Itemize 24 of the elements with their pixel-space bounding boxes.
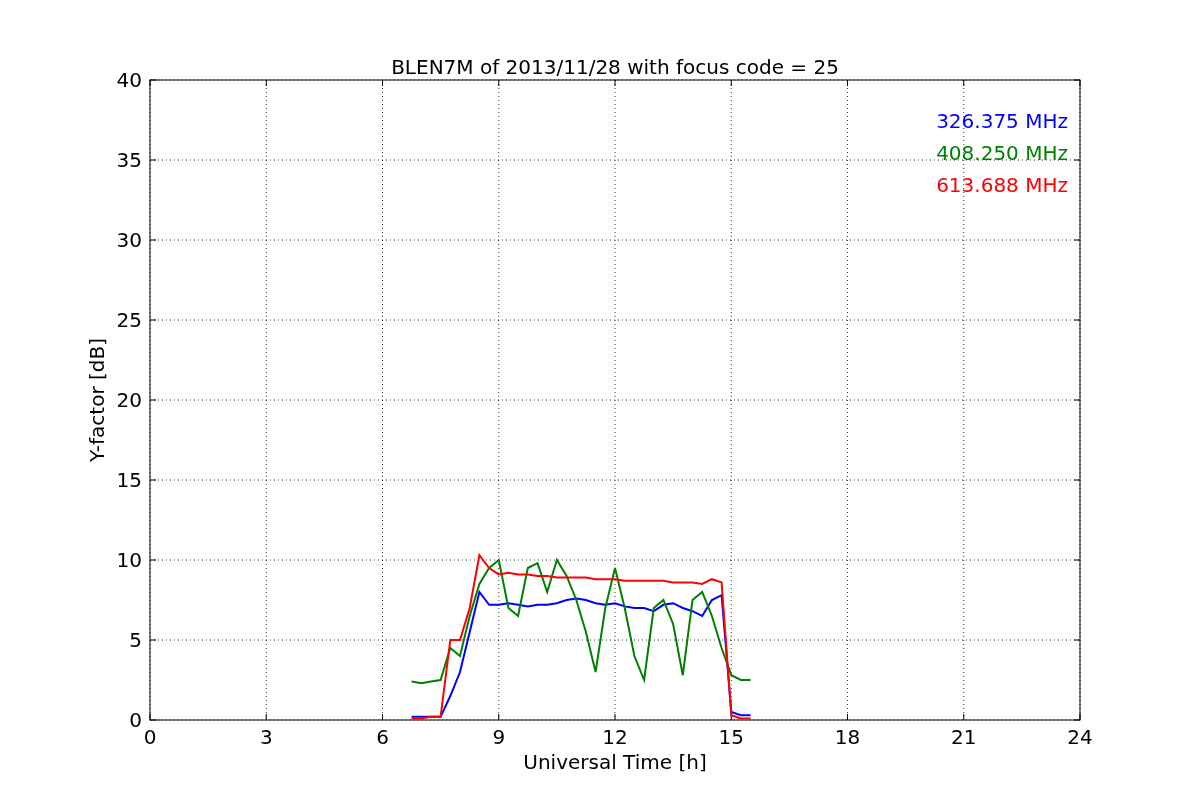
chart-title: BLEN7M of 2013/11/28 with focus code = 25: [391, 55, 839, 79]
tick-label: 35: [116, 148, 142, 172]
tick-label: 25: [116, 308, 142, 332]
y-axis-label: Y-factor [dB]: [85, 338, 109, 462]
tick-label: 40: [116, 68, 142, 92]
tick-label: 0: [129, 708, 142, 732]
tick-label: 3: [259, 725, 273, 749]
tick-label: 9: [492, 725, 506, 749]
x-axis-label: Universal Time [h]: [523, 750, 707, 774]
legend-label: 613.688 MHz: [936, 173, 1068, 197]
tick-label: 18: [834, 725, 861, 749]
tick-label: 6: [376, 725, 389, 749]
tick-label: 20: [116, 388, 142, 412]
tick-label: 30: [116, 228, 142, 252]
tick-label: 15: [718, 725, 744, 749]
tick-label: 24: [1067, 725, 1093, 749]
tick-label: 0: [143, 725, 157, 749]
tick-label: 12: [602, 725, 628, 749]
legend-label: 408.250 MHz: [936, 141, 1068, 165]
tick-label: 10: [116, 548, 142, 572]
tick-label: 21: [951, 725, 977, 749]
tick-label: 15: [116, 468, 142, 492]
legend-label: 326.375 MHz: [936, 109, 1068, 133]
tick-label: 5: [129, 628, 142, 652]
